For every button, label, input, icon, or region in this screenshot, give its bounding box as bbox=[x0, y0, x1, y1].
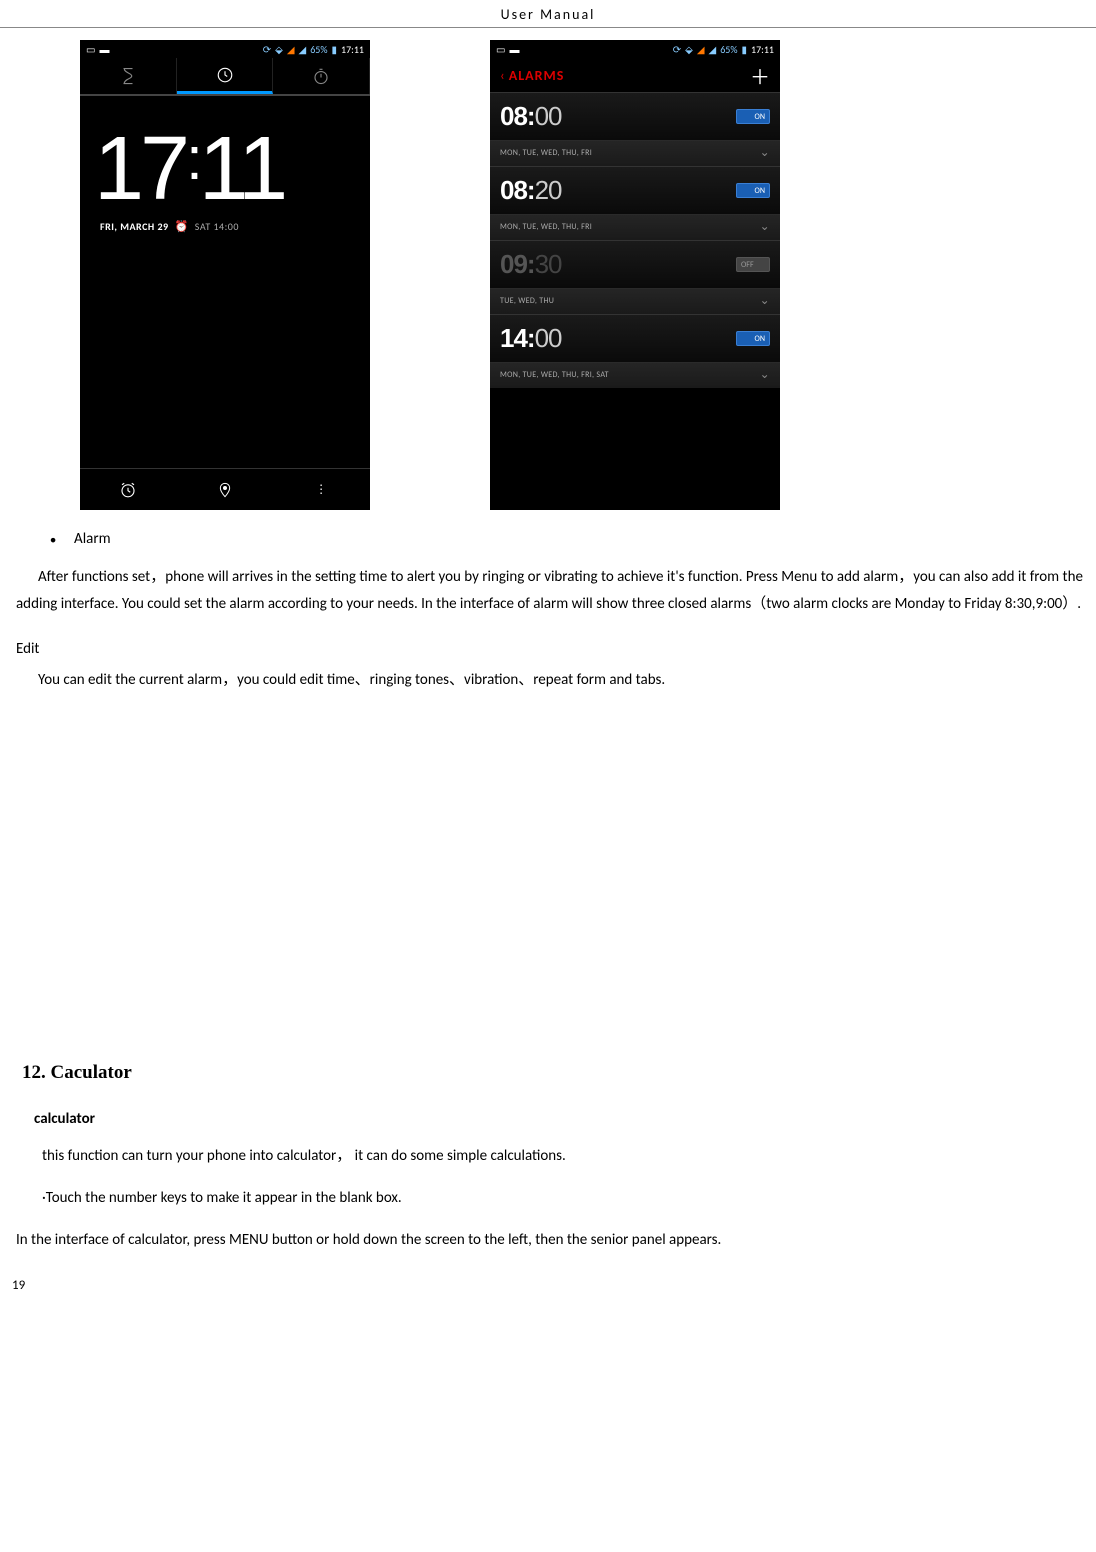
alarm-time: 08:20 bbox=[500, 175, 562, 206]
back-button[interactable]: ‹ bbox=[500, 67, 505, 84]
chevron-down-icon[interactable]: ⌄ bbox=[760, 293, 770, 308]
bottom-menu-button[interactable]: ⋮ bbox=[273, 469, 370, 510]
calculator-subtitle: calculator bbox=[34, 1110, 1092, 1128]
chevron-down-icon[interactable]: ⌄ bbox=[760, 367, 770, 382]
clock-bottom-bar: ⋮ bbox=[80, 468, 370, 510]
add-alarm-button[interactable]: ＋ bbox=[750, 61, 770, 90]
bottom-location-button[interactable] bbox=[177, 469, 274, 510]
alarm-days: MON, TUE, WED, THU, FRI bbox=[500, 148, 592, 158]
status-bar: ▭ ▬ ⟳ ⬙ ◢ ◢ 65% ▮ 17:11 bbox=[490, 40, 780, 58]
clock-hours: 17 bbox=[94, 119, 186, 219]
signal2-icon: ◢ bbox=[299, 43, 307, 56]
battery-text: 65% bbox=[310, 43, 327, 56]
paragraph-edit: You can edit the current alarm，you could… bbox=[16, 667, 1092, 694]
card-icon: ▬ bbox=[99, 43, 109, 56]
document-body: ● Alarm After functions set，phone will a… bbox=[0, 530, 1096, 1254]
page-number: 19 bbox=[0, 1272, 1096, 1293]
hourglass-icon bbox=[119, 67, 137, 85]
screenshot-row: ▭ ▬ ⟳ ⬙ ◢ ◢ 65% ▮ 17:11 bbox=[0, 28, 1096, 520]
menu-dots-icon: ⋮ bbox=[315, 482, 328, 497]
stopwatch-icon bbox=[312, 67, 330, 85]
alarm-days: MON, TUE, WED, THU, FRI, SAT bbox=[500, 370, 609, 380]
card-icon: ▬ bbox=[509, 43, 519, 56]
sync-icon: ⟳ bbox=[673, 43, 681, 56]
alarm-toggle[interactable]: ON bbox=[736, 331, 770, 346]
calculator-p2: ·Touch the number keys to make it appear… bbox=[42, 1186, 1092, 1212]
battery-text: 65% bbox=[720, 43, 737, 56]
phone-alarms: ▭ ▬ ⟳ ⬙ ◢ ◢ 65% ▮ 17:11 ‹ ALARMS ＋ 08:00 bbox=[490, 40, 780, 510]
spacer bbox=[16, 712, 1092, 1042]
wifi-icon: ⬙ bbox=[685, 43, 693, 56]
alarm-toggle[interactable]: ON bbox=[736, 109, 770, 124]
edit-label: Edit bbox=[16, 636, 1092, 663]
bottom-alarm-button[interactable] bbox=[80, 469, 177, 510]
sync-icon: ⟳ bbox=[263, 43, 271, 56]
chevron-down-icon[interactable]: ⌄ bbox=[760, 145, 770, 160]
tab-clock[interactable] bbox=[177, 58, 274, 94]
calculator-p3: In the interface of calculator, press ME… bbox=[16, 1227, 1092, 1254]
battery-icon: ▮ bbox=[742, 43, 748, 56]
battery-icon: ▮ bbox=[332, 43, 338, 56]
alarm-icon bbox=[119, 481, 137, 499]
next-alarm: SAT 14:00 bbox=[195, 220, 239, 233]
bullet-alarm: ● Alarm bbox=[50, 530, 1092, 550]
phone-clock: ▭ ▬ ⟳ ⬙ ◢ ◢ 65% ▮ 17:11 bbox=[80, 40, 370, 510]
calculator-p1: this function can turn your phone into c… bbox=[42, 1144, 1092, 1170]
clock-colon: : bbox=[186, 125, 199, 192]
bullet-alarm-label: Alarm bbox=[74, 530, 111, 550]
paragraph-alarm: After functions set，phone will arrives i… bbox=[16, 564, 1092, 618]
alarm-days: MON, TUE, WED, THU, FRI bbox=[500, 222, 592, 232]
clock-time: 17:11 bbox=[80, 96, 370, 220]
tab-timer[interactable] bbox=[80, 58, 177, 94]
wifi-icon: ⬙ bbox=[275, 43, 283, 56]
clock-date: FRI, MARCH 29 bbox=[100, 220, 169, 233]
statusbar-time: 17:11 bbox=[751, 43, 774, 56]
alarm-item[interactable]: 08:20 ON MON, TUE, WED, THU, FRI ⌄ bbox=[490, 166, 780, 240]
sim-icon: ▭ bbox=[86, 43, 95, 56]
alarm-time: 08:00 bbox=[500, 101, 562, 132]
tab-stopwatch[interactable] bbox=[273, 58, 370, 94]
clock-date-row: FRI, MARCH 29 ⏰ SAT 14:00 bbox=[80, 220, 370, 233]
alarm-small-icon: ⏰ bbox=[175, 220, 189, 233]
alarm-item[interactable]: 09:30 OFF TUE, WED, THU ⌄ bbox=[490, 240, 780, 314]
alarm-item[interactable]: 14:00 ON MON, TUE, WED, THU, FRI, SAT ⌄ bbox=[490, 314, 780, 388]
signal1-icon: ◢ bbox=[697, 43, 705, 56]
alarm-toggle[interactable]: ON bbox=[736, 183, 770, 198]
chevron-down-icon[interactable]: ⌄ bbox=[760, 219, 770, 234]
clock-icon bbox=[216, 66, 234, 84]
alarm-toggle[interactable]: OFF bbox=[736, 257, 770, 272]
bullet-dot-icon: ● bbox=[50, 530, 56, 550]
alarm-time: 14:00 bbox=[500, 323, 562, 354]
sim-icon: ▭ bbox=[496, 43, 505, 56]
page-header: User Manual bbox=[0, 0, 1096, 28]
section-12-title: 12. Caculator bbox=[22, 1062, 1092, 1084]
signal2-icon: ◢ bbox=[709, 43, 717, 56]
location-icon bbox=[217, 481, 233, 499]
statusbar-time: 17:11 bbox=[341, 43, 364, 56]
alarm-time: 09:30 bbox=[500, 249, 562, 280]
signal1-icon: ◢ bbox=[287, 43, 295, 56]
clock-tabs bbox=[80, 58, 370, 96]
clock-minutes: 11 bbox=[199, 119, 284, 219]
alarm-item[interactable]: 08:00 ON MON, TUE, WED, THU, FRI ⌄ bbox=[490, 92, 780, 166]
alarms-title: ALARMS bbox=[509, 67, 565, 84]
alarm-days: TUE, WED, THU bbox=[500, 296, 554, 306]
alarms-header: ‹ ALARMS ＋ bbox=[490, 58, 780, 92]
status-bar: ▭ ▬ ⟳ ⬙ ◢ ◢ 65% ▮ 17:11 bbox=[80, 40, 370, 58]
